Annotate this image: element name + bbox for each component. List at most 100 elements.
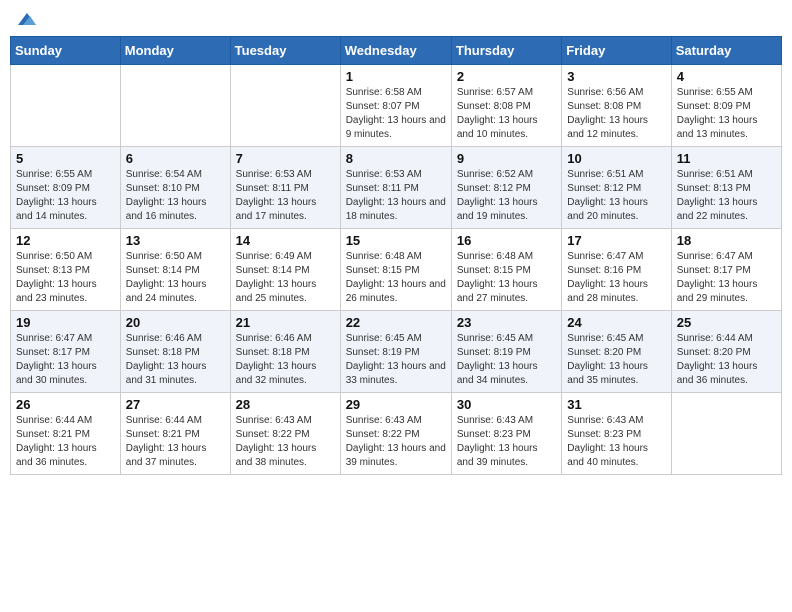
day-info: Sunrise: 6:45 AMSunset: 8:19 PMDaylight:… (346, 332, 446, 388)
day-cell-11: 11 Sunrise: 6:51 AMSunset: 8:13 PMDayligh… (671, 146, 781, 228)
day-info: Sunrise: 6:55 AMSunset: 8:09 PMDaylight:… (16, 168, 115, 224)
day-cell-31: 31 Sunrise: 6:43 AMSunset: 8:23 PMDayligh… (562, 392, 671, 474)
calendar-table: SundayMondayTuesdayWednesdayThursdayFrid… (10, 36, 782, 475)
day-cell-8: 8 Sunrise: 6:53 AMSunset: 8:11 PMDaylight… (340, 146, 451, 228)
day-info: Sunrise: 6:58 AMSunset: 8:07 PMDaylight:… (346, 86, 446, 142)
day-info: Sunrise: 6:53 AMSunset: 8:11 PMDaylight:… (346, 168, 446, 224)
day-number: 21 (236, 315, 335, 330)
weekday-header-saturday: Saturday (671, 36, 781, 64)
day-cell-13: 13 Sunrise: 6:50 AMSunset: 8:14 PMDayligh… (120, 228, 230, 310)
day-cell-20: 20 Sunrise: 6:46 AMSunset: 8:18 PMDayligh… (120, 310, 230, 392)
day-info: Sunrise: 6:49 AMSunset: 8:14 PMDaylight:… (236, 250, 335, 306)
day-info: Sunrise: 6:43 AMSunset: 8:22 PMDaylight:… (346, 414, 446, 470)
week-row-4: 19Sunrise: 6:47 AMSunset: 8:17 PMDayligh… (11, 310, 782, 392)
day-cell-17: 17 Sunrise: 6:47 AMSunset: 8:16 PMDayligh… (562, 228, 671, 310)
day-cell-6: 6 Sunrise: 6:54 AMSunset: 8:10 PMDaylight… (120, 146, 230, 228)
day-cell-12: 12Sunrise: 6:50 AMSunset: 8:13 PMDayligh… (11, 228, 121, 310)
day-cell-2: 2 Sunrise: 6:57 AMSunset: 8:08 PMDaylight… (451, 64, 561, 146)
day-cell-4: 4Sunrise: 6:55 AMSunset: 8:09 PMDaylight… (671, 64, 781, 146)
day-number: 3 (567, 69, 665, 84)
day-number: 9 (457, 151, 556, 166)
day-cell-23: 23Sunrise: 6:45 AMSunset: 8:19 PMDayligh… (451, 310, 561, 392)
day-info: Sunrise: 6:46 AMSunset: 8:18 PMDaylight:… (126, 332, 225, 388)
day-cell-29: 29 Sunrise: 6:43 AMSunset: 8:22 PMDayligh… (340, 392, 451, 474)
day-number: 17 (567, 233, 665, 248)
day-number: 12 (16, 233, 115, 248)
week-row-1: 1 Sunrise: 6:58 AMSunset: 8:07 PMDaylight… (11, 64, 782, 146)
day-number: 29 (346, 397, 446, 412)
day-number: 22 (346, 315, 446, 330)
logo-text (14, 10, 38, 30)
day-cell-14: 14Sunrise: 6:49 AMSunset: 8:14 PMDayligh… (230, 228, 340, 310)
day-number: 30 (457, 397, 556, 412)
day-number: 24 (567, 315, 665, 330)
empty-cell (671, 392, 781, 474)
day-info: Sunrise: 6:52 AMSunset: 8:12 PMDaylight:… (457, 168, 556, 224)
day-info: Sunrise: 6:47 AMSunset: 8:17 PMDaylight:… (677, 250, 776, 306)
day-cell-27: 27 Sunrise: 6:44 AMSunset: 8:21 PMDayligh… (120, 392, 230, 474)
day-number: 2 (457, 69, 556, 84)
day-cell-19: 19Sunrise: 6:47 AMSunset: 8:17 PMDayligh… (11, 310, 121, 392)
day-info: Sunrise: 6:45 AMSunset: 8:19 PMDaylight:… (457, 332, 556, 388)
day-number: 10 (567, 151, 665, 166)
day-number: 25 (677, 315, 776, 330)
day-info: Sunrise: 6:44 AMSunset: 8:21 PMDaylight:… (126, 414, 225, 470)
day-number: 7 (236, 151, 335, 166)
week-row-2: 5 Sunrise: 6:55 AMSunset: 8:09 PMDaylight… (11, 146, 782, 228)
day-cell-7: 7 Sunrise: 6:53 AMSunset: 8:11 PMDaylight… (230, 146, 340, 228)
day-cell-9: 9 Sunrise: 6:52 AMSunset: 8:12 PMDaylight… (451, 146, 561, 228)
logo-icon (16, 11, 38, 29)
day-info: Sunrise: 6:48 AMSunset: 8:15 PMDaylight:… (346, 250, 446, 306)
day-cell-15: 15 Sunrise: 6:48 AMSunset: 8:15 PMDayligh… (340, 228, 451, 310)
day-info: Sunrise: 6:51 AMSunset: 8:12 PMDaylight:… (567, 168, 665, 224)
day-cell-28: 28 Sunrise: 6:43 AMSunset: 8:22 PMDayligh… (230, 392, 340, 474)
page-header (10, 10, 782, 28)
day-info: Sunrise: 6:44 AMSunset: 8:20 PMDaylight:… (677, 332, 776, 388)
day-info: Sunrise: 6:56 AMSunset: 8:08 PMDaylight:… (567, 86, 665, 142)
day-info: Sunrise: 6:43 AMSunset: 8:23 PMDaylight:… (457, 414, 556, 470)
day-cell-30: 30 Sunrise: 6:43 AMSunset: 8:23 PMDayligh… (451, 392, 561, 474)
day-cell-24: 24Sunrise: 6:45 AMSunset: 8:20 PMDayligh… (562, 310, 671, 392)
day-info: Sunrise: 6:50 AMSunset: 8:14 PMDaylight:… (126, 250, 225, 306)
empty-cell (230, 64, 340, 146)
day-number: 15 (346, 233, 446, 248)
day-info: Sunrise: 6:54 AMSunset: 8:10 PMDaylight:… (126, 168, 225, 224)
day-info: Sunrise: 6:57 AMSunset: 8:08 PMDaylight:… (457, 86, 556, 142)
day-cell-1: 1 Sunrise: 6:58 AMSunset: 8:07 PMDaylight… (340, 64, 451, 146)
logo (14, 10, 38, 28)
day-number: 28 (236, 397, 335, 412)
weekday-header-thursday: Thursday (451, 36, 561, 64)
day-number: 20 (126, 315, 225, 330)
week-row-3: 12Sunrise: 6:50 AMSunset: 8:13 PMDayligh… (11, 228, 782, 310)
day-number: 13 (126, 233, 225, 248)
weekday-header-tuesday: Tuesday (230, 36, 340, 64)
day-number: 1 (346, 69, 446, 84)
day-number: 6 (126, 151, 225, 166)
week-row-5: 26 Sunrise: 6:44 AMSunset: 8:21 PMDayligh… (11, 392, 782, 474)
day-number: 16 (457, 233, 556, 248)
day-number: 8 (346, 151, 446, 166)
day-info: Sunrise: 6:51 AMSunset: 8:13 PMDaylight:… (677, 168, 776, 224)
day-number: 27 (126, 397, 225, 412)
day-info: Sunrise: 6:47 AMSunset: 8:16 PMDaylight:… (567, 250, 665, 306)
day-cell-26: 26 Sunrise: 6:44 AMSunset: 8:21 PMDayligh… (11, 392, 121, 474)
day-number: 31 (567, 397, 665, 412)
day-cell-21: 21Sunrise: 6:46 AMSunset: 8:18 PMDayligh… (230, 310, 340, 392)
day-cell-25: 25 Sunrise: 6:44 AMSunset: 8:20 PMDayligh… (671, 310, 781, 392)
day-number: 26 (16, 397, 115, 412)
day-number: 11 (677, 151, 776, 166)
day-info: Sunrise: 6:53 AMSunset: 8:11 PMDaylight:… (236, 168, 335, 224)
empty-cell (11, 64, 121, 146)
day-cell-10: 10 Sunrise: 6:51 AMSunset: 8:12 PMDayligh… (562, 146, 671, 228)
weekday-header-monday: Monday (120, 36, 230, 64)
empty-cell (120, 64, 230, 146)
day-cell-22: 22 Sunrise: 6:45 AMSunset: 8:19 PMDayligh… (340, 310, 451, 392)
day-info: Sunrise: 6:43 AMSunset: 8:23 PMDaylight:… (567, 414, 665, 470)
day-info: Sunrise: 6:55 AMSunset: 8:09 PMDaylight:… (677, 86, 776, 142)
day-info: Sunrise: 6:44 AMSunset: 8:21 PMDaylight:… (16, 414, 115, 470)
day-info: Sunrise: 6:43 AMSunset: 8:22 PMDaylight:… (236, 414, 335, 470)
weekday-header-wednesday: Wednesday (340, 36, 451, 64)
day-number: 18 (677, 233, 776, 248)
weekday-header-row: SundayMondayTuesdayWednesdayThursdayFrid… (11, 36, 782, 64)
day-number: 5 (16, 151, 115, 166)
